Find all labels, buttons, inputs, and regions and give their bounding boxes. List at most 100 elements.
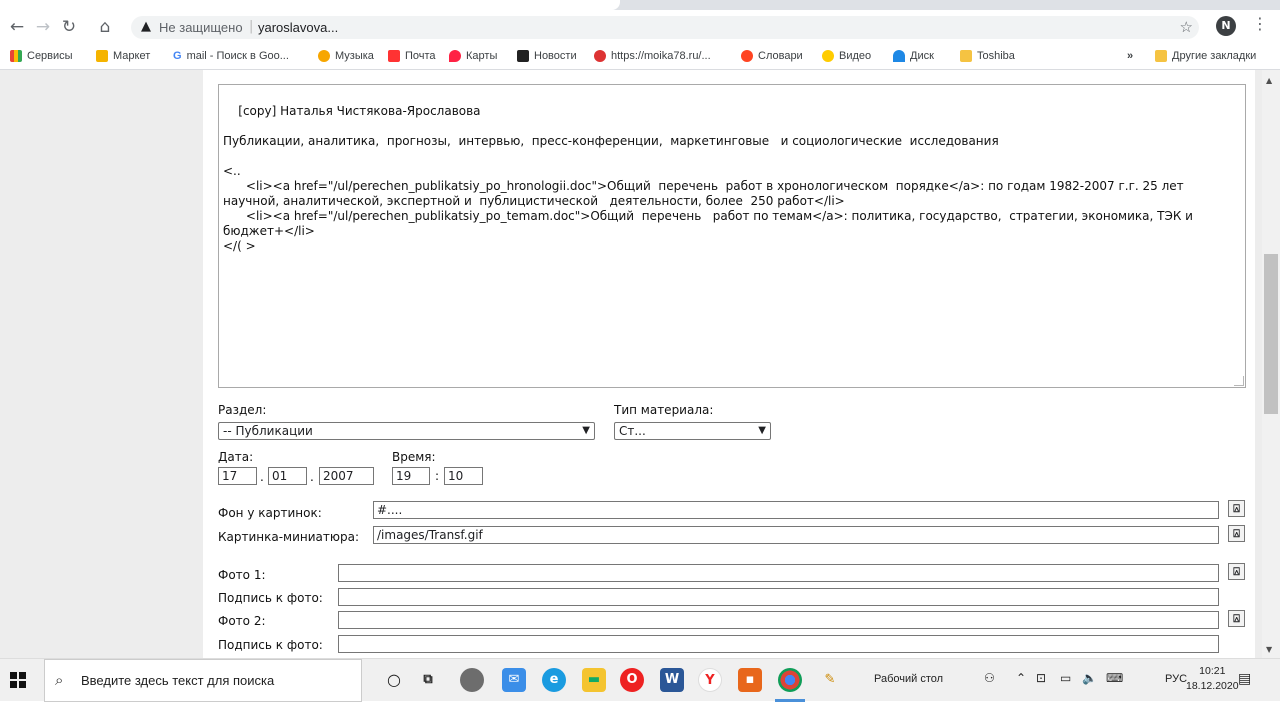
date-day-input[interactable]: 17 [218, 467, 257, 485]
photo2-label: Фото 2: [218, 614, 266, 628]
url-text[interactable]: yaroslavova... [258, 20, 338, 35]
task-view-icon[interactable]: ⧉ [416, 668, 440, 692]
bookmark-dictionaries[interactable]: Словари [741, 50, 803, 62]
time-label: Время: [392, 450, 436, 464]
photo1-label: Фото 1: [218, 568, 266, 582]
date-separator: . [260, 470, 264, 484]
opera-icon[interactable]: O [620, 668, 644, 692]
app-orange-icon[interactable]: ▪ [738, 668, 762, 692]
upload-button[interactable]: ⍓ [1228, 610, 1245, 627]
bookmark-label: Сервисы [27, 50, 73, 62]
chrome-icon[interactable] [778, 668, 802, 692]
bookmark-label: Маркет [113, 50, 151, 62]
cortana-icon[interactable]: ○ [382, 668, 406, 692]
bookmark-label: Словари [758, 50, 803, 62]
notification-icon[interactable]: ▤ [1238, 671, 1251, 687]
left-margin [0, 70, 203, 658]
language-indicator[interactable]: РУС [1165, 673, 1187, 685]
address-bar[interactable]: ▲ Не защищено | yaroslavova... ☆ [131, 16, 1199, 39]
news-icon [517, 50, 529, 62]
explorer-icon[interactable]: ▬ [582, 668, 606, 692]
upload-button[interactable]: ⍓ [1228, 563, 1245, 580]
search-placeholder: Введите здесь текст для поиска [81, 673, 275, 688]
battery-icon[interactable]: ▭ [1060, 671, 1071, 685]
content-textarea[interactable]: [copy] Наталья Чистякова-Ярославова Публ… [218, 84, 1246, 388]
security-status[interactable]: Не защищено [159, 20, 243, 35]
date-month-input[interactable]: 01 [268, 467, 307, 485]
word-icon[interactable]: W [660, 668, 684, 692]
scrollbar-thumb[interactable] [1264, 254, 1278, 414]
dictionary-icon [741, 50, 753, 62]
section-select[interactable]: -- Публикации ▼ [218, 422, 595, 440]
mail-icon [388, 50, 400, 62]
bookmark-other[interactable]: Другие закладки [1155, 50, 1256, 62]
yandex-icon[interactable]: Y [698, 668, 722, 692]
bookmark-label: Toshiba [977, 50, 1015, 62]
date-year-input[interactable]: 2007 [319, 467, 374, 485]
photo1-input[interactable] [338, 564, 1219, 582]
time-hour-input[interactable]: 19 [392, 467, 430, 485]
resize-grip-icon[interactable] [1234, 376, 1244, 386]
bookmark-video[interactable]: Видео [822, 50, 871, 62]
bookmark-news[interactable]: Новости [517, 50, 577, 62]
bookmark-maps[interactable]: Карты [449, 50, 497, 62]
people-icon[interactable]: ⚇ [984, 671, 995, 685]
upload-button[interactable]: ⍓ [1228, 500, 1245, 517]
type-select-value: Ст... [619, 424, 646, 438]
bookmark-label: Карты [466, 50, 498, 62]
search-icon: ⌕ [55, 671, 64, 689]
bookmark-disk[interactable]: Диск [893, 50, 934, 62]
bookmark-moika78[interactable]: https://moika78.ru/... [594, 50, 711, 62]
photo2-input[interactable] [338, 611, 1219, 629]
keyboard-icon[interactable]: ⌨ [1106, 671, 1123, 685]
disk-icon [893, 50, 905, 62]
back-icon[interactable]: ← [6, 16, 28, 38]
reload-icon[interactable]: ↻ [58, 16, 80, 38]
desktop-toolbar-label[interactable]: Рабочий стол [874, 673, 943, 685]
edge-icon[interactable]: e [542, 668, 566, 692]
paint-icon[interactable]: ✎ [818, 668, 842, 692]
chevron-up-icon[interactable]: ⌃ [1016, 671, 1026, 685]
speaker-icon[interactable]: 🔈 [1082, 671, 1097, 685]
date-separator: . [310, 470, 314, 484]
more-bookmarks-button[interactable]: » [1127, 50, 1133, 62]
profile-avatar[interactable]: N [1216, 16, 1236, 36]
bookmarks-bar: Сервисы Маркет Gmail - Поиск в Goo... Му… [0, 44, 1280, 70]
app-circle-icon[interactable] [460, 668, 484, 692]
taskbar-search-box[interactable]: ⌕ Введите здесь текст для поиска [44, 659, 362, 702]
page-scrollbar[interactable]: ▲ ▼ [1262, 70, 1280, 658]
clock[interactable]: 10:21 18.12.2020 [1186, 664, 1239, 694]
home-icon[interactable]: ⌂ [94, 16, 116, 38]
bookmark-market[interactable]: Маркет [96, 50, 150, 62]
mail-app-icon[interactable]: ✉ [502, 668, 526, 692]
bookmark-services[interactable]: Сервисы [10, 50, 73, 62]
bookmark-label: Новости [534, 50, 577, 62]
active-tab-edge[interactable] [0, 0, 620, 10]
caption1-input[interactable] [338, 588, 1219, 606]
market-icon [96, 50, 108, 62]
forward-icon[interactable]: → [32, 16, 54, 38]
google-icon: G [173, 50, 182, 62]
bookmark-label: Другие закладки [1172, 50, 1257, 62]
menu-kebab-icon[interactable]: ⋮ [1252, 14, 1268, 33]
caption2-input[interactable] [338, 635, 1219, 653]
thumbnail-input[interactable]: /images/Transf.gif [373, 526, 1219, 544]
bookmark-star-icon[interactable]: ☆ [1180, 18, 1193, 36]
scroll-up-icon[interactable]: ▲ [1266, 76, 1272, 85]
time-minute-input[interactable]: 10 [444, 467, 483, 485]
bookmark-label: Диск [910, 50, 934, 62]
bookmark-toshiba[interactable]: Toshiba [960, 50, 1015, 62]
type-select[interactable]: Ст... ▼ [614, 422, 771, 440]
bookmark-mail[interactable]: Почта [388, 50, 436, 62]
tab-strip [0, 0, 1280, 10]
bg-color-input[interactable]: #.... [373, 501, 1219, 519]
scroll-down-icon[interactable]: ▼ [1266, 645, 1272, 654]
thumbnail-label: Картинка-миниатюра: [218, 530, 360, 544]
camera-icon[interactable]: ⊡ [1036, 671, 1046, 685]
bookmark-music[interactable]: Музыка [318, 50, 374, 62]
folder-icon [960, 50, 972, 62]
upload-button[interactable]: ⍓ [1228, 525, 1245, 542]
windows-start-icon[interactable] [10, 672, 26, 688]
bookmark-label: Музыка [335, 50, 374, 62]
bookmark-mail-search[interactable]: Gmail - Поиск в Goo... [173, 50, 289, 62]
